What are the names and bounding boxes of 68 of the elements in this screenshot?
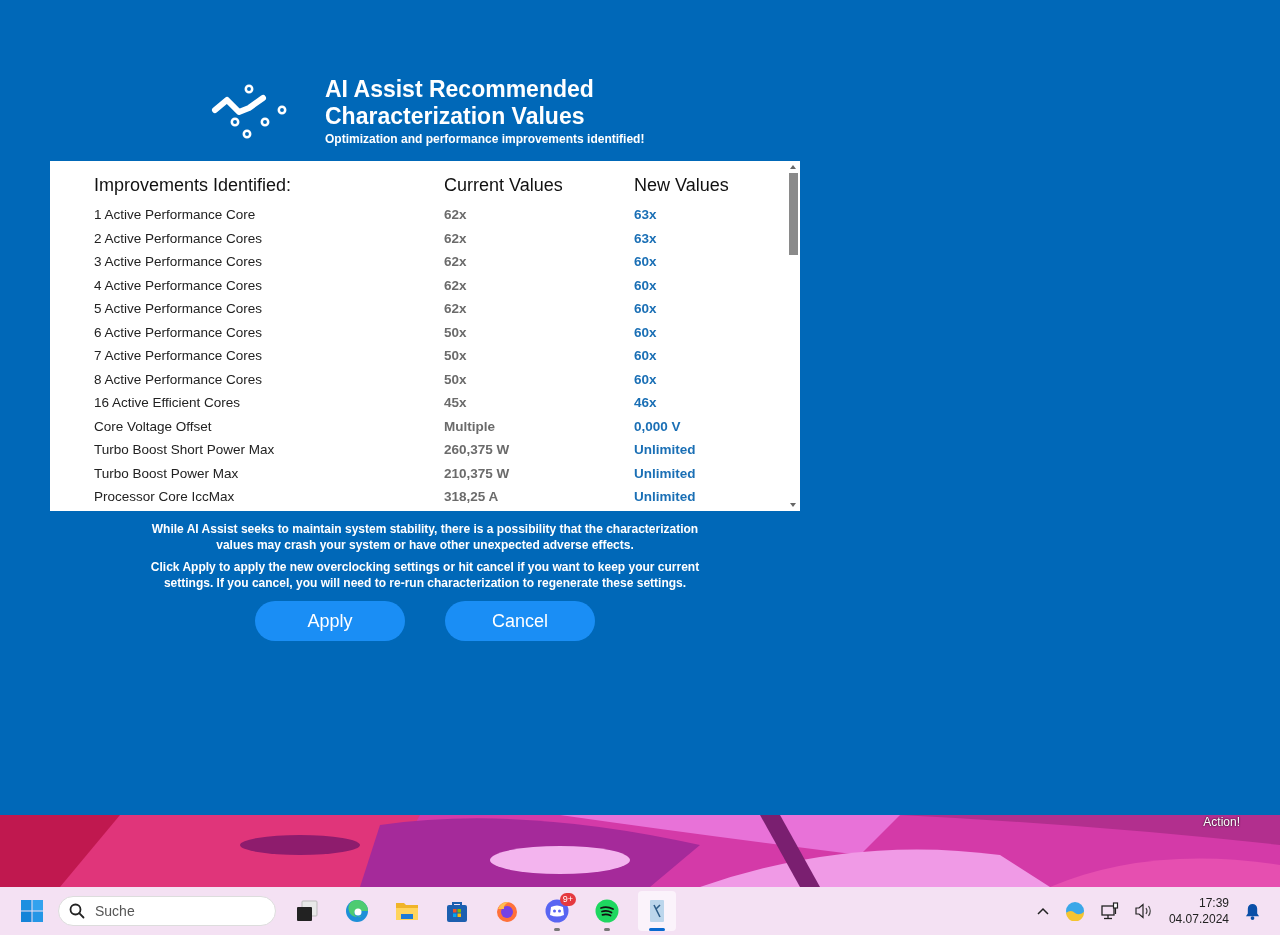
- windows-icon: [295, 899, 319, 923]
- apply-button[interactable]: Apply: [255, 601, 405, 641]
- warning-text: Click Apply to apply the new overclocking settings or hit cancel if you want to keep your current settings. If you cancel, you will need to re-run characterization to regenerate these settings.: [149, 559, 701, 591]
- cancel-button[interactable]: Cancel: [445, 601, 595, 641]
- new-value: 46x: [634, 394, 658, 412]
- bell-icon[interactable]: [1245, 902, 1260, 920]
- current-value: 62x: [444, 253, 468, 271]
- column-header: Improvements Identified:: [94, 175, 293, 197]
- setting-name: Turbo Boost Power Max: [94, 464, 240, 483]
- setting-name: 7 Active Performance Cores: [94, 347, 264, 365]
- new-value: 63x: [634, 229, 658, 248]
- new-value: 60x: [634, 300, 658, 318]
- clock-date[interactable]: 04.07.2024: [1168, 911, 1229, 927]
- current-value: 210,375 W: [444, 464, 511, 483]
- setting-name: 4 Active Performance Cores: [94, 276, 264, 295]
- chart-trend-icon: [211, 84, 287, 140]
- scroll-thumb[interactable]: [788, 173, 798, 255]
- taskbar-app[interactable]: 9+: [538, 891, 576, 931]
- search-field[interactable]: Suche: [58, 896, 276, 926]
- new-value: 63x: [634, 206, 658, 224]
- new-value: 60x: [634, 276, 658, 295]
- scroll-up-icon[interactable]: [789, 164, 797, 170]
- dialog-title: AI Assist Recommended Characterization Values: [325, 76, 595, 130]
- current-value: 318,25 A: [444, 488, 500, 506]
- setting-name: Core Voltage Offset: [94, 417, 213, 436]
- swirl-icon: [345, 899, 369, 923]
- current-value: 45x: [444, 394, 468, 412]
- fox-icon: [495, 899, 519, 923]
- setting-name: Turbo Boost Short Power Max: [94, 441, 276, 459]
- current-value: Multiple: [444, 417, 496, 436]
- setting-name: 2 Active Performance Cores: [94, 229, 264, 248]
- chevron-up-icon[interactable]: [1036, 907, 1049, 915]
- current-value: 50x: [444, 323, 468, 342]
- start-icon[interactable]: [20, 899, 44, 923]
- column-header: Current Values: [444, 175, 564, 197]
- current-value: 260,375 W: [444, 441, 511, 459]
- current-value: 62x: [444, 300, 468, 318]
- current-value: 50x: [444, 370, 468, 389]
- current-value: 62x: [444, 229, 468, 248]
- new-value: 60x: [634, 253, 658, 271]
- overlay-label: Action!: [1203, 815, 1240, 829]
- new-value: 60x: [634, 323, 658, 342]
- new-value: 60x: [634, 347, 658, 365]
- network-icon[interactable]: [1100, 902, 1119, 920]
- current-value: 62x: [444, 276, 468, 295]
- setting-name: 3 Active Performance Cores: [94, 253, 264, 271]
- new-value: Unlimited: [634, 441, 697, 459]
- new-value: Unlimited: [634, 488, 697, 506]
- warning-text: While AI Assist seeks to maintain system stability, there is a possibility that the characterization values may crash your system or have other unexpected adverse effects.: [150, 521, 700, 553]
- column-header: New Values: [634, 175, 730, 197]
- bag-icon: [445, 899, 469, 923]
- current-value: 50x: [444, 347, 468, 365]
- dialog-subtitle: Optimization and performance improvements identified!: [325, 132, 645, 146]
- speaker-icon[interactable]: [1134, 903, 1153, 919]
- setting-name: 5 Active Performance Cores: [94, 300, 264, 318]
- setting-name: 1 Active Performance Core: [94, 206, 257, 224]
- new-value: 60x: [634, 370, 658, 389]
- sound-waves-icon: [595, 899, 619, 923]
- clock-time[interactable]: 17:39: [1198, 895, 1229, 911]
- setting-name: Processor Core IccMax: [94, 488, 236, 506]
- setting-name: 6 Active Performance Cores: [94, 323, 264, 342]
- current-value: 62x: [444, 206, 468, 224]
- notification-badge: 9+: [559, 893, 576, 906]
- new-value: Unlimited: [634, 464, 697, 483]
- setting-name: 16 Active Efficient Cores: [94, 394, 242, 412]
- scroll-down-icon[interactable]: [789, 502, 797, 508]
- setting-name: 8 Active Performance Cores: [94, 370, 264, 389]
- new-value: 0,000 V: [634, 417, 682, 436]
